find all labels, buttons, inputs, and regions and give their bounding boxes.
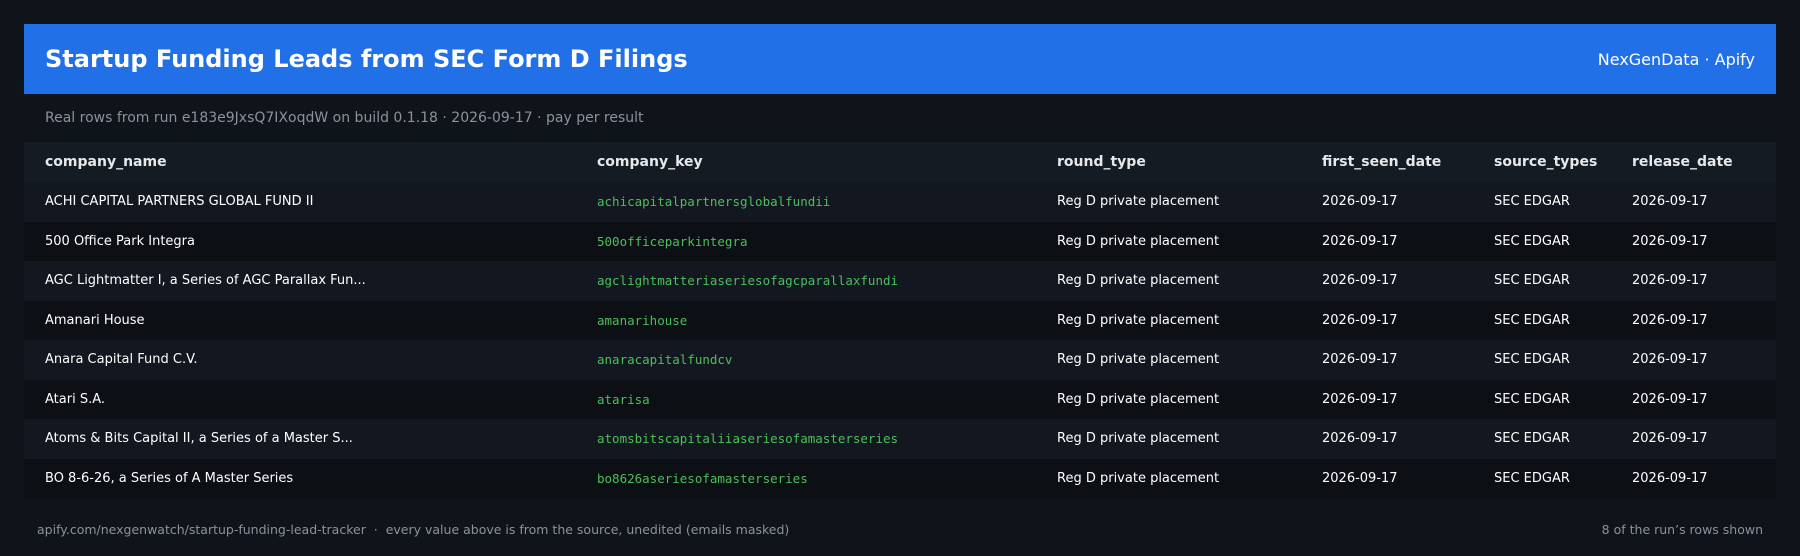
- cell-company-key: bo8626aseriesofamasterseries: [576, 458, 1036, 498]
- table-row[interactable]: Atoms & Bits Capital II, a Series of a M…: [24, 419, 1776, 459]
- cell-round-type: Reg D private placement: [1036, 300, 1301, 340]
- cell-round-type: Reg D private placement: [1036, 261, 1301, 301]
- table-row[interactable]: Atari S.A. atarisa Reg D private placeme…: [24, 379, 1776, 419]
- cell-source-types: SEC EDGAR: [1473, 419, 1611, 459]
- cell-company-name: 500 Office Park Integra: [24, 221, 576, 261]
- cell-release-date: 2026-09-17: [1611, 379, 1776, 419]
- cell-round-type: Reg D private placement: [1036, 458, 1301, 498]
- cell-company-name: Atari S.A.: [24, 379, 576, 419]
- cell-first-seen-date: 2026-09-17: [1301, 458, 1473, 498]
- cell-company-name: Atoms & Bits Capital II, a Series of a M…: [24, 419, 576, 459]
- cell-round-type: Reg D private placement: [1036, 340, 1301, 380]
- brand-label: NexGenData · Apify: [1597, 49, 1755, 69]
- cell-release-date: 2026-09-17: [1611, 300, 1776, 340]
- cell-company-name: BO 8-6-26, a Series of A Master Series: [24, 458, 576, 498]
- column-header-round-type[interactable]: round_type: [1036, 142, 1301, 182]
- table-row[interactable]: 500 Office Park Integra 500officeparkint…: [24, 221, 1776, 261]
- header-banner: Startup Funding Leads from SEC Form D Fi…: [24, 24, 1776, 94]
- footer-row-count: 8 of the run’s rows shown: [1601, 522, 1763, 537]
- cell-company-name: Amanari House: [24, 300, 576, 340]
- table-row[interactable]: AGC Lightmatter I, a Series of AGC Paral…: [24, 261, 1776, 301]
- cell-release-date: 2026-09-17: [1611, 221, 1776, 261]
- column-header-company-key[interactable]: company_key: [576, 142, 1036, 182]
- cell-round-type: Reg D private placement: [1036, 419, 1301, 459]
- cell-release-date: 2026-09-17: [1611, 182, 1776, 222]
- column-header-source-types[interactable]: source_types: [1473, 142, 1611, 182]
- cell-first-seen-date: 2026-09-17: [1301, 379, 1473, 419]
- cell-source-types: SEC EDGAR: [1473, 221, 1611, 261]
- cell-release-date: 2026-09-17: [1611, 340, 1776, 380]
- cell-first-seen-date: 2026-09-17: [1301, 419, 1473, 459]
- cell-source-types: SEC EDGAR: [1473, 300, 1611, 340]
- cell-round-type: Reg D private placement: [1036, 221, 1301, 261]
- cell-company-key: atomsbitscapitaliiaseriesofamasterseries: [576, 419, 1036, 459]
- cell-source-types: SEC EDGAR: [1473, 458, 1611, 498]
- cell-company-key: atarisa: [576, 379, 1036, 419]
- cell-company-name: Anara Capital Fund C.V.: [24, 340, 576, 380]
- cell-company-key: amanarihouse: [576, 300, 1036, 340]
- page-title: Startup Funding Leads from SEC Form D Fi…: [45, 45, 688, 73]
- table-row[interactable]: ACHI CAPITAL PARTNERS GLOBAL FUND II ach…: [24, 182, 1776, 222]
- cell-source-types: SEC EDGAR: [1473, 379, 1611, 419]
- cell-release-date: 2026-09-17: [1611, 458, 1776, 498]
- table-row[interactable]: Anara Capital Fund C.V. anaracapitalfund…: [24, 340, 1776, 380]
- cell-company-key: 500officeparkintegra: [576, 221, 1036, 261]
- leads-table: company_name company_key round_type firs…: [24, 142, 1776, 498]
- cell-round-type: Reg D private placement: [1036, 379, 1301, 419]
- cell-first-seen-date: 2026-09-17: [1301, 182, 1473, 222]
- cell-round-type: Reg D private placement: [1036, 182, 1301, 222]
- column-header-first-seen-date[interactable]: first_seen_date: [1301, 142, 1473, 182]
- cell-company-name: AGC Lightmatter I, a Series of AGC Paral…: [24, 261, 576, 301]
- table-row[interactable]: Amanari House amanarihouse Reg D private…: [24, 300, 1776, 340]
- cell-first-seen-date: 2026-09-17: [1301, 261, 1473, 301]
- cell-release-date: 2026-09-17: [1611, 419, 1776, 459]
- cell-company-key: achicapitalpartnersglobalfundii: [576, 182, 1036, 222]
- leads-table-container: company_name company_key round_type firs…: [24, 142, 1776, 498]
- cell-release-date: 2026-09-17: [1611, 261, 1776, 301]
- cell-first-seen-date: 2026-09-17: [1301, 340, 1473, 380]
- table-header-row: company_name company_key round_type firs…: [24, 142, 1776, 182]
- table-row[interactable]: BO 8-6-26, a Series of A Master Series b…: [24, 458, 1776, 498]
- cell-source-types: SEC EDGAR: [1473, 340, 1611, 380]
- cell-company-name: ACHI CAPITAL PARTNERS GLOBAL FUND II: [24, 182, 576, 222]
- column-header-company-name[interactable]: company_name: [24, 142, 576, 182]
- cell-source-types: SEC EDGAR: [1473, 182, 1611, 222]
- column-header-release-date[interactable]: release_date: [1611, 142, 1776, 182]
- cell-source-types: SEC EDGAR: [1473, 261, 1611, 301]
- cell-first-seen-date: 2026-09-17: [1301, 221, 1473, 261]
- cell-company-key: anaracapitalfundcv: [576, 340, 1036, 380]
- cell-first-seen-date: 2026-09-17: [1301, 300, 1473, 340]
- cell-company-key: agclightmatteriaseriesofagcparallaxfundi: [576, 261, 1036, 301]
- run-subtitle: Real rows from run e183e9JxsQ7IXoqdW on …: [45, 110, 644, 126]
- footer-source-note: apify.com/nexgenwatch/startup-funding-le…: [37, 522, 790, 537]
